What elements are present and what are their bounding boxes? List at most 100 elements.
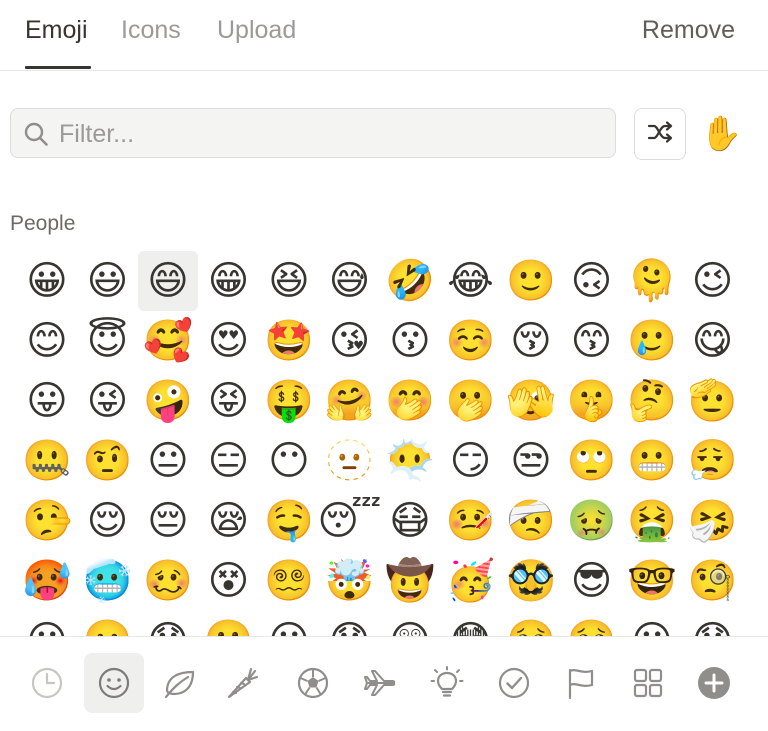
emoji-cell[interactable]: 😆: [259, 251, 319, 311]
emoji-cell[interactable]: 🧐: [683, 551, 736, 611]
remove-button[interactable]: Remove: [642, 16, 735, 45]
emoji-cell[interactable]: 🤭: [380, 371, 440, 431]
emoji-cell[interactable]: 🤪: [138, 371, 198, 431]
category-nature[interactable]: [150, 653, 210, 713]
category-recent[interactable]: [17, 653, 77, 713]
emoji-cell[interactable]: 🤗: [320, 371, 380, 431]
category-objects[interactable]: [417, 653, 477, 713]
emoji-cell[interactable]: 🥺: [501, 611, 561, 636]
emoji-cell[interactable]: 😎: [562, 551, 622, 611]
emoji-cell[interactable]: 😙: [562, 311, 622, 371]
emoji-cell[interactable]: 😘: [320, 311, 380, 371]
emoji-cell[interactable]: 🤥: [17, 491, 77, 551]
emoji-cell[interactable]: 😊: [17, 311, 77, 371]
emoji-cell[interactable]: 😲: [380, 611, 440, 636]
emoji-cell[interactable]: 🤐: [17, 431, 77, 491]
emoji-cell[interactable]: 😚: [501, 311, 561, 371]
emoji-cell[interactable]: 🥸: [501, 551, 561, 611]
emoji-cell[interactable]: 😷: [380, 491, 440, 551]
emoji-cell[interactable]: 😵: [199, 551, 259, 611]
emoji-cell[interactable]: 😴: [317, 491, 381, 551]
emoji-cell[interactable]: 🫤: [78, 611, 138, 636]
emoji-cell[interactable]: 🤑: [259, 371, 319, 431]
random-emoji-button[interactable]: [634, 108, 686, 160]
emoji-cell[interactable]: 😬: [622, 431, 682, 491]
tab-upload[interactable]: Upload: [217, 16, 296, 45]
category-flags[interactable]: [551, 653, 611, 713]
emoji-cell[interactable]: 🙂: [501, 251, 561, 311]
emoji-cell[interactable]: 😌: [78, 491, 138, 551]
emoji-cell[interactable]: 🤯: [320, 551, 380, 611]
emoji-cell[interactable]: 😀: [17, 251, 77, 311]
emoji-cell[interactable]: 🤧: [683, 491, 736, 551]
emoji-cell[interactable]: 😕: [17, 611, 77, 636]
emoji-cell[interactable]: 😑: [199, 431, 259, 491]
tab-icons[interactable]: Icons: [121, 16, 181, 45]
emoji-cell[interactable]: 😮‍💨: [683, 431, 736, 491]
emoji-cell[interactable]: 😪: [199, 491, 259, 551]
emoji-cell[interactable]: 🥴: [138, 551, 198, 611]
emoji-cell[interactable]: 🤓: [622, 551, 682, 611]
emoji-cell[interactable]: 🤢: [562, 491, 622, 551]
emoji-cell[interactable]: 🤨: [78, 431, 138, 491]
emoji-cell[interactable]: 🥹: [562, 611, 622, 636]
emoji-cell[interactable]: 🙃: [562, 251, 622, 311]
emoji-cell[interactable]: 😁: [199, 251, 259, 311]
emoji-cell[interactable]: 😒: [501, 431, 561, 491]
emoji-cell[interactable]: 😶‍🌫️: [380, 431, 440, 491]
category-custom[interactable]: [618, 653, 678, 713]
emoji-cell[interactable]: 🥰: [138, 311, 198, 371]
tab-emoji[interactable]: Emoji: [25, 16, 88, 45]
emoji-cell[interactable]: 🫥: [320, 431, 380, 491]
emoji-cell[interactable]: 🥳: [441, 551, 501, 611]
emoji-cell[interactable]: 🤠: [380, 551, 440, 611]
emoji-cell[interactable]: 😮: [259, 611, 319, 636]
emoji-cell[interactable]: 🥶: [78, 551, 138, 611]
skin-tone-button[interactable]: ✋: [700, 110, 742, 158]
emoji-cell[interactable]: 😉: [683, 251, 737, 311]
add-custom-emoji-button[interactable]: [684, 653, 744, 713]
emoji-cell[interactable]: 🫣: [501, 371, 561, 431]
emoji-cell[interactable]: 😍: [199, 311, 259, 371]
emoji-cell[interactable]: 🤤: [259, 491, 319, 551]
emoji-cell[interactable]: 😐: [138, 431, 198, 491]
emoji-cell[interactable]: 🙁: [199, 611, 259, 636]
emoji-cell[interactable]: 😇: [78, 311, 138, 371]
emoji-cell[interactable]: 🤕: [501, 491, 561, 551]
emoji-cell[interactable]: 😯: [320, 611, 380, 636]
emoji-cell[interactable]: 😂: [441, 251, 501, 311]
emoji-cell[interactable]: 🙄: [562, 431, 622, 491]
emoji-cell[interactable]: 🫢: [441, 371, 501, 431]
emoji-cell[interactable]: 😜: [78, 371, 138, 431]
emoji-cell[interactable]: 😄: [138, 251, 198, 311]
emoji-cell[interactable]: 🫠: [622, 251, 682, 311]
emoji-cell[interactable]: 😵‍💫: [259, 551, 319, 611]
emoji-cell[interactable]: 🤫: [562, 371, 622, 431]
emoji-cell[interactable]: 😦: [622, 611, 682, 636]
emoji-cell[interactable]: 😧: [683, 611, 737, 636]
emoji-cell[interactable]: 😶: [259, 431, 319, 491]
emoji-cell[interactable]: 😛: [17, 371, 77, 431]
filter-input[interactable]: [57, 109, 601, 159]
category-symbols[interactable]: [484, 653, 544, 713]
category-people[interactable]: [84, 653, 144, 713]
category-travel[interactable]: [350, 653, 410, 713]
emoji-cell[interactable]: 🥵: [17, 551, 77, 611]
emoji-cell[interactable]: 😔: [138, 491, 198, 551]
category-activity[interactable]: [283, 653, 343, 713]
emoji-cell[interactable]: 😅: [320, 251, 380, 311]
emoji-cell[interactable]: 😟: [138, 611, 198, 636]
emoji-cell[interactable]: 🤔: [622, 371, 682, 431]
emoji-cell[interactable]: 🤩: [259, 311, 319, 371]
emoji-cell[interactable]: 😋: [683, 311, 737, 371]
emoji-cell[interactable]: 🫡: [683, 371, 736, 431]
filter-field[interactable]: [10, 108, 616, 159]
emoji-cell[interactable]: 😳: [441, 611, 501, 636]
category-food[interactable]: [212, 653, 272, 713]
emoji-cell[interactable]: 😃: [78, 251, 138, 311]
emoji-cell[interactable]: 🤣: [380, 251, 440, 311]
emoji-cell[interactable]: ☺️: [441, 311, 501, 371]
emoji-cell[interactable]: 😏: [441, 431, 501, 491]
emoji-cell[interactable]: 🤮: [622, 491, 682, 551]
emoji-cell[interactable]: 😗: [380, 311, 440, 371]
